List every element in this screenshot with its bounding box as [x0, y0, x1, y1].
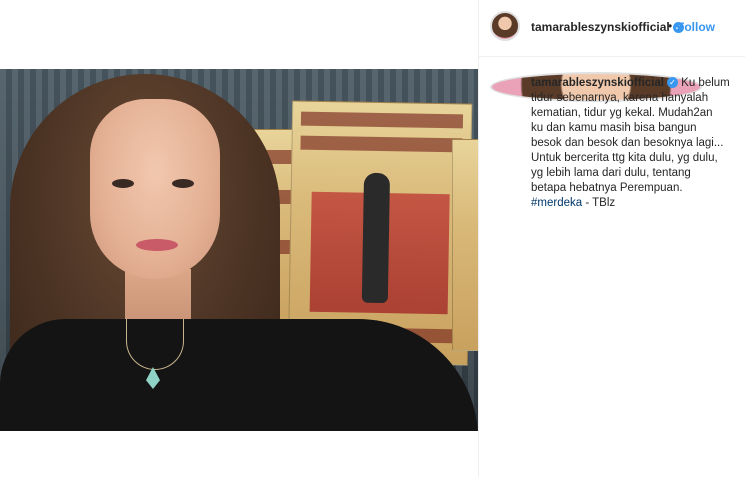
caption-line-5: Untuk bercerita ttg kita dulu, yg dulu, [531, 152, 718, 164]
caption-suffix: - TBlz [582, 197, 616, 209]
caption-line-7: betapa hebatnya Perempuan. [531, 182, 683, 194]
hashtag-link[interactable]: #merdeka [531, 197, 582, 209]
post-photo[interactable] [0, 69, 478, 431]
caption-line-2: kematian, tidur yg kekal. Mudah2an [531, 107, 713, 119]
header-username[interactable]: tamarableszynskiofficial ✓ [531, 20, 684, 34]
follow-button[interactable]: Follow [677, 20, 715, 34]
caption-line-6: yg lebih lama dari dulu, tentang [531, 167, 691, 179]
header-username-text[interactable]: tamarableszynskiofficial [531, 20, 670, 34]
caption-line-3: ku dan kamu masih bisa bangun [531, 122, 697, 134]
caption-line-1: tidur sebenarnya, karena hanyalah [531, 92, 709, 104]
selfie-subject [0, 69, 478, 431]
panel-divider [478, 0, 479, 477]
profile-avatar[interactable] [490, 11, 520, 41]
caption-line-0: Ku belum [681, 77, 730, 89]
separator-dot: • [668, 19, 673, 33]
caption-verified-badge-icon: ✓ [666, 77, 678, 89]
post-caption: tamarableszynskiofficial ✓ Ku belum tidur… [531, 76, 743, 211]
caption-username[interactable]: tamarableszynskiofficial [531, 77, 664, 89]
caption-line-4: besok dan besok dan besoknya lagi... [531, 137, 724, 149]
header-divider [479, 56, 745, 57]
